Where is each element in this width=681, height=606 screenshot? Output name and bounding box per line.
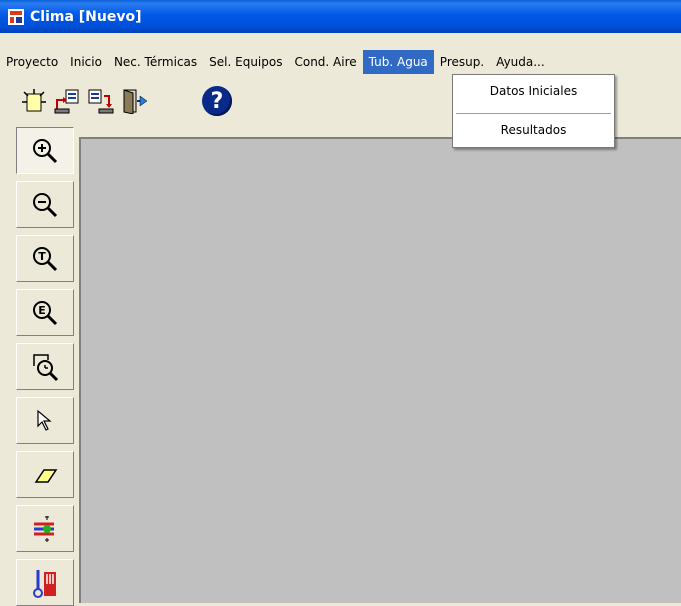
zoom-total-glyph: T [38,250,46,263]
menu-inicio[interactable]: Inicio [64,50,108,74]
save-project-icon [88,89,114,114]
open-project-button[interactable] [52,86,82,116]
save-project-button[interactable] [86,86,116,116]
zoom-in-icon [33,138,58,163]
menu-bar: Proyecto Inicio Nec. Térmicas Sel. Equip… [0,50,681,74]
pipe-tool-icon [34,515,54,542]
new-project-icon [22,89,46,112]
menu-sel-equipos[interactable]: Sel. Equipos [203,50,288,74]
menu-proyecto[interactable]: Proyecto [0,50,64,74]
zoom-window-button[interactable] [16,343,74,390]
title-bar: Clima [Nuevo] [0,0,681,33]
menu-resultados[interactable]: Resultados [453,123,614,137]
pipe-tool-button[interactable] [16,505,74,552]
exit-button[interactable] [120,86,150,116]
eraser-icon [34,468,58,483]
zoom-extents-icon: E [33,300,58,325]
exit-icon [123,89,148,114]
drawing-canvas[interactable] [79,137,681,603]
new-project-button[interactable] [19,86,49,116]
menu-datos-iniciales[interactable]: Datos Iniciales [453,84,614,98]
tub-agua-dropdown: Datos Iniciales Resultados [452,74,615,148]
zoom-total-button[interactable]: T [16,235,74,282]
menu-tub-agua[interactable]: Tub. Agua [362,50,434,74]
thermometer-radiator-button[interactable] [16,559,74,606]
select-pointer-icon [37,409,52,431]
zoom-out-button[interactable] [16,181,74,228]
select-pointer-button[interactable] [16,397,74,444]
zoom-out-icon [33,192,58,217]
window-title: Clima [Nuevo] [30,8,142,25]
app-icon [8,8,24,25]
drawing-tools-bar: T E [16,127,76,606]
menu-ayuda[interactable]: Ayuda... [490,50,551,74]
zoom-window-icon [33,353,59,381]
help-icon: ? [202,86,232,116]
eraser-button[interactable] [16,451,74,498]
menu-presup[interactable]: Presup. [434,50,490,74]
open-project-icon [54,89,79,114]
zoom-total-icon: T [33,246,58,271]
zoom-in-button[interactable] [16,127,74,174]
thermometer-radiator-icon [33,569,56,598]
zoom-extents-glyph: E [38,304,46,317]
menu-separator [456,113,611,114]
menu-cond-aire[interactable]: Cond. Aire [288,50,362,74]
help-button[interactable]: ? [200,84,234,118]
zoom-extents-button[interactable]: E [16,289,74,336]
menu-nec-termicas[interactable]: Nec. Térmicas [108,50,203,74]
